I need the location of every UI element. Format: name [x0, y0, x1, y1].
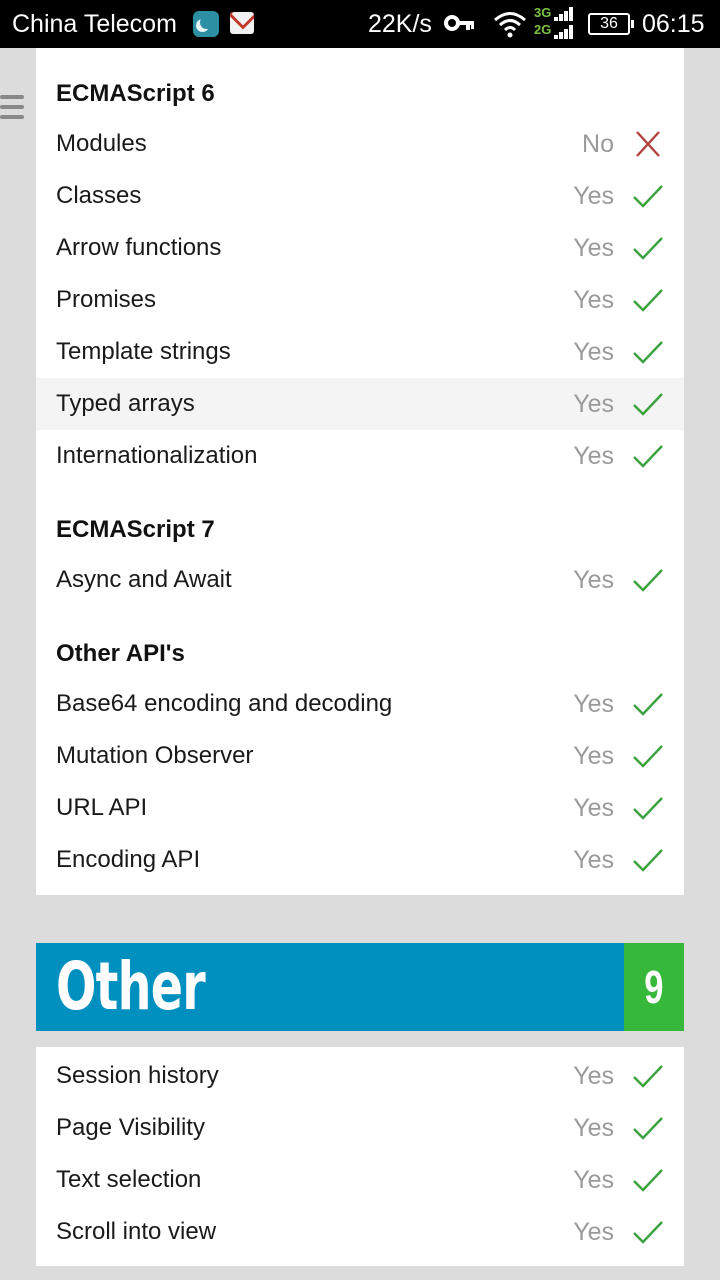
feature-value: Yes	[573, 846, 614, 874]
check-icon	[633, 1117, 663, 1140]
network-3g-label: 3G	[534, 5, 552, 20]
feature-row: Promises Yes	[36, 274, 684, 326]
status-bar: China Telecom 22K/s 3G 2G 36 06:15	[0, 0, 720, 48]
section-title-ecmascript-6: ECMAScript 6	[56, 80, 215, 107]
feature-name: Base64 encoding and decoding	[56, 690, 393, 717]
signal-icon: 3G 2G	[534, 5, 574, 43]
feature-value: Yes	[573, 1218, 614, 1246]
feature-name: Internationalization	[56, 442, 258, 469]
check-icon	[633, 341, 663, 364]
feature-row: Modules No	[36, 118, 684, 170]
category-header-other[interactable]: Other 9	[36, 943, 684, 1031]
feature-name: Encoding API	[56, 846, 201, 873]
check-icon	[633, 1065, 663, 1088]
category-title: Other	[56, 948, 206, 1025]
feature-row: Encoding API Yes	[36, 834, 684, 886]
feature-row: Base64 encoding and decoding Yes	[36, 678, 684, 730]
section-title-ecmascript-7: ECMAScript 7	[56, 516, 215, 543]
check-icon	[633, 445, 663, 468]
category-count: 9	[644, 961, 664, 1013]
feature-row: Typed arrays Yes	[36, 378, 684, 430]
feature-name: Classes	[56, 182, 142, 209]
mail-icon	[230, 12, 254, 34]
feature-value: Yes	[573, 1062, 614, 1090]
feature-row: Template strings Yes	[36, 326, 684, 378]
check-icon	[633, 185, 663, 208]
check-icon	[633, 693, 663, 716]
feature-value: Yes	[573, 1166, 614, 1194]
check-icon	[633, 849, 663, 872]
feature-name: Mutation Observer	[56, 742, 254, 769]
check-icon	[633, 797, 663, 820]
cross-icon	[636, 131, 660, 157]
feature-row: URL API Yes	[36, 782, 684, 834]
network-speed: 22K/s	[368, 10, 432, 38]
check-icon	[633, 745, 663, 768]
check-icon	[633, 1169, 663, 1192]
feature-row: Session history Yes	[36, 1050, 684, 1102]
feature-name: Template strings	[56, 338, 231, 365]
check-icon	[633, 237, 663, 260]
hamburger-menu-icon[interactable]	[0, 95, 24, 121]
section-title-other-apis: Other API's	[56, 640, 185, 667]
feature-name: Page Visibility	[56, 1114, 205, 1141]
feature-row: Async and Await Yes	[36, 554, 684, 606]
feature-name: Text selection	[56, 1166, 202, 1193]
other-features-card: Session history Yes Page Visibility Yes …	[36, 1047, 684, 1266]
feature-name: Typed arrays	[56, 390, 195, 417]
feature-row: Arrow functions Yes	[36, 222, 684, 274]
feature-value: Yes	[573, 182, 614, 210]
feature-value: Yes	[573, 794, 614, 822]
feature-row: Classes Yes	[36, 170, 684, 222]
feature-value: Yes	[573, 566, 614, 594]
feature-name: Scroll into view	[56, 1218, 217, 1245]
feature-name: Modules	[56, 130, 147, 157]
feature-name: Arrow functions	[56, 234, 222, 261]
feature-value: Yes	[573, 742, 614, 770]
feature-name: Async and Await	[56, 566, 232, 593]
features-card: ECMAScript 6 Modules No Classes Yes Arro…	[36, 48, 684, 895]
feature-name: Session history	[56, 1062, 219, 1089]
feature-value: No	[582, 130, 614, 158]
clock: 06:15	[642, 10, 705, 38]
feature-row: Mutation Observer Yes	[36, 730, 684, 782]
feature-row: Internationalization Yes	[36, 430, 684, 482]
check-icon	[633, 569, 663, 592]
category-count-badge: 9	[624, 943, 684, 1031]
carrier-name: China Telecom	[12, 10, 177, 38]
feature-value: Yes	[573, 234, 614, 262]
wifi-icon	[494, 12, 526, 38]
vpn-key-icon	[444, 15, 474, 31]
feature-row: Scroll into view Yes	[36, 1206, 684, 1258]
feature-name: Promises	[56, 286, 157, 313]
feature-value: Yes	[573, 338, 614, 366]
check-icon	[633, 393, 663, 416]
feature-row: Page Visibility Yes	[36, 1102, 684, 1154]
feature-value: Yes	[573, 690, 614, 718]
network-2g-label: 2G	[534, 22, 552, 37]
feature-value: Yes	[573, 442, 614, 470]
feature-row: Text selection Yes	[36, 1154, 684, 1206]
feature-value: Yes	[573, 1114, 614, 1142]
feature-value: Yes	[573, 286, 614, 314]
feature-name: URL API	[56, 794, 148, 821]
moon-icon	[193, 11, 219, 37]
check-icon	[633, 289, 663, 312]
check-icon	[633, 1221, 663, 1244]
battery-icon: 36	[588, 13, 634, 35]
feature-value: Yes	[573, 390, 614, 418]
